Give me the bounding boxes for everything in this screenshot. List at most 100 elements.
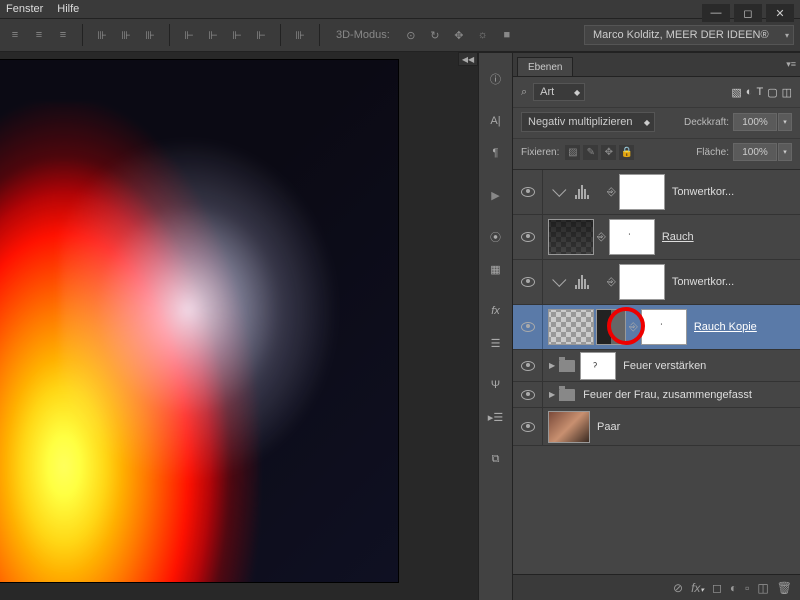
collapse-button[interactable]: ◀◀	[458, 52, 478, 66]
layer-name[interactable]: Tonwertkor...	[672, 276, 792, 288]
visibility-icon[interactable]	[521, 187, 535, 197]
minimize-button[interactable]: —	[702, 4, 730, 22]
layer-row[interactable]: ⎆ ʾ Rauch	[513, 215, 800, 260]
close-button[interactable]: ✕	[766, 4, 794, 22]
lock-label: Fixieren:	[521, 147, 559, 158]
mask-thumbnail[interactable]: ʾ	[642, 310, 686, 344]
visibility-icon[interactable]	[521, 277, 535, 287]
mask-thumbnail[interactable]	[620, 265, 664, 299]
fill-value[interactable]: 100%	[733, 143, 777, 161]
swatches-icon[interactable]: ⦿	[484, 225, 508, 249]
actions-icon[interactable]: ▸☰	[484, 405, 508, 429]
expand-icon[interactable]: ▶	[549, 390, 555, 399]
3d-camera-icon[interactable]: ■	[498, 26, 516, 44]
layer-name[interactable]: Rauch	[662, 231, 792, 243]
adjustment-icon[interactable]: ◐	[730, 581, 737, 595]
mask-thumbnail[interactable]	[620, 175, 664, 209]
fill-slider-toggle[interactable]: ▾	[778, 143, 792, 161]
fx-icon[interactable]: fx▾	[691, 581, 704, 595]
layer-name[interactable]: Paar	[597, 421, 792, 433]
panel-menu-icon[interactable]: ▾≡	[786, 59, 796, 70]
clip-icon	[552, 183, 566, 197]
lock-fill-row: Fixieren: ▨ ✎ ✥ 🔒 Fläche: 100% ▾	[513, 139, 800, 170]
filter-type-dropdown[interactable]: Art◆	[533, 83, 585, 101]
blend-mode-dropdown[interactable]: Negativ multiplizieren◆	[521, 112, 655, 132]
distribute-icon[interactable]: ⊪	[141, 26, 159, 44]
filter-smart-icon[interactable]: ◫	[782, 86, 792, 99]
align-icon[interactable]: ≡	[54, 26, 72, 44]
expand-icon[interactable]: ▶	[549, 361, 555, 370]
window-controls: — ◻ ✕	[702, 4, 794, 22]
opacity-value[interactable]: 100%	[733, 113, 777, 131]
opacity-slider-toggle[interactable]: ▾	[778, 113, 792, 131]
menu-bar: Fenster Hilfe	[0, 0, 800, 18]
distribute-icon[interactable]: ⊪	[93, 26, 111, 44]
menu-hilfe[interactable]: Hilfe	[57, 3, 79, 15]
filter-mask-thumbnail[interactable]	[597, 310, 625, 344]
3d-light-icon[interactable]: ☼	[474, 26, 492, 44]
canvas-area: ◀◀	[0, 52, 478, 600]
layers-tab[interactable]: Ebenen	[517, 57, 573, 76]
layer-name[interactable]: Feuer verstärken	[623, 360, 792, 372]
visibility-icon[interactable]	[521, 232, 535, 242]
menu-fenster[interactable]: Fenster	[6, 3, 43, 15]
3d-pan-icon[interactable]: ✥	[450, 26, 468, 44]
distribute-icon[interactable]: ⊩	[252, 26, 270, 44]
group-icon[interactable]: ▫	[745, 581, 749, 595]
visibility-icon[interactable]	[521, 390, 535, 400]
mask-thumbnail[interactable]: ˀ	[581, 353, 615, 379]
new-layer-icon[interactable]: ◫	[757, 581, 768, 595]
distribute-icon[interactable]: ⊪	[117, 26, 135, 44]
filter-adjust-icon[interactable]: ◐	[746, 86, 753, 99]
blend-opacity-row: Negativ multiplizieren◆ Deckkraft: 100% …	[513, 108, 800, 139]
lock-trans-icon[interactable]: ▨	[565, 145, 580, 160]
character-icon[interactable]: A|	[484, 109, 508, 133]
layer-row[interactable]: ⎆ Tonwertkor...	[513, 260, 800, 305]
document-canvas[interactable]	[0, 60, 398, 582]
3d-orbit-icon[interactable]: ⊙	[402, 26, 420, 44]
usb-icon[interactable]: Ψ	[484, 373, 508, 397]
layer-row[interactable]: ⎆ ʾ Rauch Kopie	[513, 305, 800, 350]
layer-row[interactable]: ▶ Feuer der Frau, zusammengefasst	[513, 382, 800, 408]
maximize-button[interactable]: ◻	[734, 4, 762, 22]
layer-row[interactable]: ⎆ Tonwertkor...	[513, 170, 800, 215]
filter-shape-icon[interactable]: ▢	[767, 86, 777, 99]
layer-thumbnail[interactable]	[549, 310, 593, 344]
layer-name[interactable]: Rauch Kopie	[694, 321, 792, 333]
link-layers-icon[interactable]: ⊘	[673, 581, 683, 595]
visibility-icon[interactable]	[521, 322, 535, 332]
layer-row[interactable]: ▶ ˀ Feuer verstärken	[513, 350, 800, 382]
layer-thumbnail[interactable]	[549, 412, 589, 442]
opacity-label: Deckkraft:	[684, 117, 729, 128]
lock-move-icon[interactable]: ✥	[601, 145, 616, 160]
lock-paint-icon[interactable]: ✎	[583, 145, 598, 160]
visibility-icon[interactable]	[521, 422, 535, 432]
styles-icon[interactable]: ▦	[484, 257, 508, 281]
paragraph-icon[interactable]: ¶	[484, 141, 508, 165]
fx-icon[interactable]: fx	[484, 299, 508, 323]
filter-pixel-icon[interactable]: ▧	[731, 86, 741, 99]
tool-preset-icon[interactable]: ☰	[484, 331, 508, 355]
align-icon[interactable]: ≡	[30, 26, 48, 44]
visibility-icon[interactable]	[521, 361, 535, 371]
layer-thumbnail[interactable]	[549, 220, 593, 254]
lock-all-icon[interactable]: 🔒	[619, 145, 634, 160]
distribute-icon[interactable]: ⊩	[228, 26, 246, 44]
filter-type-icon[interactable]: T	[756, 86, 763, 99]
workspace-selector[interactable]: Marco Kolditz, MEER DER IDEEN® ▾	[584, 25, 794, 45]
distribute-icon[interactable]: ⊩	[180, 26, 198, 44]
fill-label: Fläche:	[696, 147, 729, 158]
mask-thumbnail[interactable]: ʾ	[610, 220, 654, 254]
layer-row[interactable]: Paar	[513, 408, 800, 446]
layer-name[interactable]: Feuer der Frau, zusammengefasst	[583, 389, 792, 401]
layer-name[interactable]: Tonwertkor...	[672, 186, 792, 198]
mask-icon[interactable]: ◻	[712, 581, 722, 595]
align-icon[interactable]: ≡	[6, 26, 24, 44]
3d-rotate-icon[interactable]: ↻	[426, 26, 444, 44]
play-icon[interactable]: ▶	[484, 183, 508, 207]
distribute-icon[interactable]: ⊪	[291, 26, 309, 44]
measure-icon[interactable]: ⧉	[484, 447, 508, 471]
trash-icon[interactable]: 🗑	[777, 581, 792, 595]
info-icon[interactable]: ⓘ	[484, 67, 508, 91]
distribute-icon[interactable]: ⊩	[204, 26, 222, 44]
